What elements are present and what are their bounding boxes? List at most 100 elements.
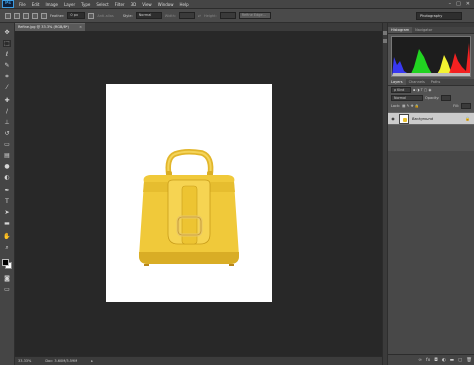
close-document-icon[interactable]: × bbox=[79, 24, 82, 31]
filter-icons[interactable]: ▪ ◑ T ▢ ◉ bbox=[413, 88, 431, 92]
maximize-icon[interactable]: □ bbox=[456, 1, 461, 7]
mask-icon[interactable]: ◘ bbox=[434, 358, 438, 363]
layer-thumbnail bbox=[399, 113, 409, 124]
kind-filter-select[interactable]: ρ Kind bbox=[391, 87, 411, 93]
width-input[interactable] bbox=[179, 12, 196, 19]
menu-help[interactable]: Help bbox=[176, 2, 191, 7]
tab-navigator[interactable]: Navigator bbox=[412, 27, 435, 33]
fx-icon[interactable]: fx bbox=[426, 358, 430, 363]
height-label: Height: bbox=[203, 13, 217, 18]
layers-panel: Layers Channels Paths ρ Kind ▪ ◑ T ▢ ◉ N… bbox=[388, 79, 474, 125]
menu-window[interactable]: Window bbox=[155, 2, 177, 7]
tools-panel: ✥ ⬚ ℓ ✎ ⌗ ⁄ ✚ ∕ ⊥ ↺ ▭ ▤ ● ◐ ✒ T ➤ ▬ ✋ ⌕ … bbox=[0, 23, 15, 365]
layer-row-background[interactable]: ◉ Background 🔒 bbox=[388, 112, 474, 125]
intersect-selection-icon[interactable] bbox=[41, 12, 47, 19]
clone-stamp-icon[interactable]: ⊥ bbox=[3, 119, 11, 126]
blend-row: Normal Opacity: bbox=[388, 94, 474, 102]
layers-footer: ∞ fx ◘ ◐ ▬ ▢ 🗑 bbox=[388, 354, 474, 365]
histogram-graph bbox=[391, 36, 471, 77]
feather-input[interactable]: 0 px bbox=[67, 12, 86, 19]
pen-icon[interactable]: ✒ bbox=[3, 187, 11, 194]
minimize-icon[interactable]: – bbox=[449, 1, 452, 7]
history-brush-icon[interactable]: ↺ bbox=[3, 130, 11, 137]
style-select[interactable]: Normal bbox=[135, 12, 162, 19]
opacity-label: Opacity: bbox=[425, 96, 440, 100]
eraser-icon[interactable]: ▭ bbox=[3, 141, 11, 148]
add-selection-icon[interactable] bbox=[23, 12, 29, 19]
document-tab[interactable]: Refine.jpg @ 33.3% (RGB/8*) × bbox=[15, 23, 85, 31]
window-controls: – □ ✕ bbox=[449, 1, 474, 7]
new-layer-icon[interactable]: ▢ bbox=[458, 358, 462, 363]
lock-label: Lock: bbox=[391, 104, 401, 108]
marquee-icon[interactable]: ⬚ bbox=[3, 40, 11, 47]
tab-channels[interactable]: Channels bbox=[406, 79, 428, 85]
menu-type[interactable]: Type bbox=[78, 2, 93, 7]
blur-icon[interactable]: ● bbox=[3, 163, 11, 170]
rectangle-icon[interactable]: ▬ bbox=[3, 220, 11, 227]
height-input[interactable] bbox=[219, 12, 236, 19]
filter-row: ρ Kind ▪ ◑ T ▢ ◉ bbox=[388, 86, 474, 94]
refine-edge-button[interactable]: Refine Edge... bbox=[238, 12, 271, 19]
quick-mask-icon[interactable]: ◙ bbox=[3, 275, 11, 282]
type-icon[interactable]: T bbox=[3, 198, 11, 205]
eyedropper-icon[interactable]: ⁄ bbox=[3, 84, 11, 91]
subtract-selection-icon[interactable] bbox=[32, 12, 38, 19]
feather-label: Feather: bbox=[50, 13, 65, 18]
menu-file[interactable]: File bbox=[16, 2, 29, 7]
crop-icon[interactable]: ⌗ bbox=[3, 73, 11, 80]
menu-image[interactable]: Image bbox=[42, 2, 61, 7]
folder-icon[interactable]: ▬ bbox=[450, 358, 454, 363]
visibility-eye-icon[interactable]: ◉ bbox=[390, 116, 396, 121]
menu-select[interactable]: Select bbox=[93, 2, 111, 7]
hand-icon[interactable]: ✋ bbox=[3, 233, 11, 240]
menu-view[interactable]: View bbox=[139, 2, 155, 7]
path-selection-icon[interactable]: ➤ bbox=[3, 209, 11, 216]
link-icon[interactable]: ∞ bbox=[418, 358, 422, 363]
status-arrow-icon[interactable]: ▸ bbox=[91, 359, 93, 363]
lock-row: Lock: ▦ ✎ ✥ 🔒 Fill: bbox=[388, 102, 474, 110]
handbag-image bbox=[139, 148, 239, 266]
swap-icon[interactable]: ⇄ bbox=[198, 14, 201, 18]
foreground-color-swatch[interactable] bbox=[2, 259, 9, 266]
panel-dock: Histogram Navigator Layers Channels Path… bbox=[387, 23, 474, 365]
tab-layers[interactable]: Layers bbox=[388, 79, 406, 85]
new-selection-icon[interactable] bbox=[14, 12, 20, 19]
document-canvas[interactable] bbox=[106, 84, 272, 302]
photoshop-logo: Ps bbox=[2, 0, 14, 8]
move-icon[interactable]: ✥ bbox=[3, 29, 11, 36]
layers-tabs: Layers Channels Paths bbox=[388, 79, 474, 86]
anti-alias-label: Anti-alias bbox=[97, 13, 114, 18]
menu-filter[interactable]: Filter bbox=[112, 2, 128, 7]
layer-lock-icon: 🔒 bbox=[465, 116, 470, 121]
healing-brush-icon[interactable]: ✚ bbox=[3, 97, 11, 104]
screen-mode-icon[interactable]: ▭ bbox=[3, 286, 11, 293]
close-icon[interactable]: ✕ bbox=[466, 1, 470, 7]
dodge-icon[interactable]: ◐ bbox=[3, 174, 11, 181]
lasso-icon[interactable]: ℓ bbox=[3, 51, 11, 58]
brush-icon[interactable]: ∕ bbox=[3, 108, 11, 115]
anti-alias-checkbox[interactable] bbox=[88, 12, 95, 19]
lock-icons[interactable]: ▦ ✎ ✥ 🔒 bbox=[402, 104, 419, 108]
adjustment-icon[interactable]: ◐ bbox=[442, 358, 446, 363]
blend-mode-select[interactable]: Normal bbox=[391, 95, 423, 101]
tab-paths[interactable]: Paths bbox=[428, 79, 444, 85]
quick-selection-icon[interactable]: ✎ bbox=[3, 62, 11, 69]
zoom-icon[interactable]: ⌕ bbox=[3, 244, 11, 251]
layer-name: Background bbox=[412, 116, 433, 121]
document-info[interactable]: Doc: 3.60M/3.59M bbox=[45, 359, 77, 363]
status-bar: 33.33% Doc: 3.60M/3.59M ▸ bbox=[15, 356, 382, 365]
menu-3d[interactable]: 3D bbox=[128, 2, 140, 7]
fill-input[interactable] bbox=[461, 103, 471, 109]
width-label: Width: bbox=[164, 13, 177, 18]
trash-icon[interactable]: 🗑 bbox=[466, 358, 472, 363]
menu-edit[interactable]: Edit bbox=[29, 2, 43, 7]
gradient-icon[interactable]: ▤ bbox=[3, 152, 11, 159]
menu-layer[interactable]: Layer bbox=[61, 2, 78, 7]
workspace-select[interactable]: Photography bbox=[416, 12, 462, 20]
opacity-input[interactable] bbox=[441, 95, 452, 101]
zoom-level[interactable]: 33.33% bbox=[18, 359, 31, 363]
canvas-area[interactable] bbox=[15, 31, 382, 356]
tab-histogram[interactable]: Histogram bbox=[388, 27, 413, 33]
marquee-tool-preset-icon[interactable] bbox=[5, 12, 11, 19]
tab-strip bbox=[85, 23, 382, 31]
